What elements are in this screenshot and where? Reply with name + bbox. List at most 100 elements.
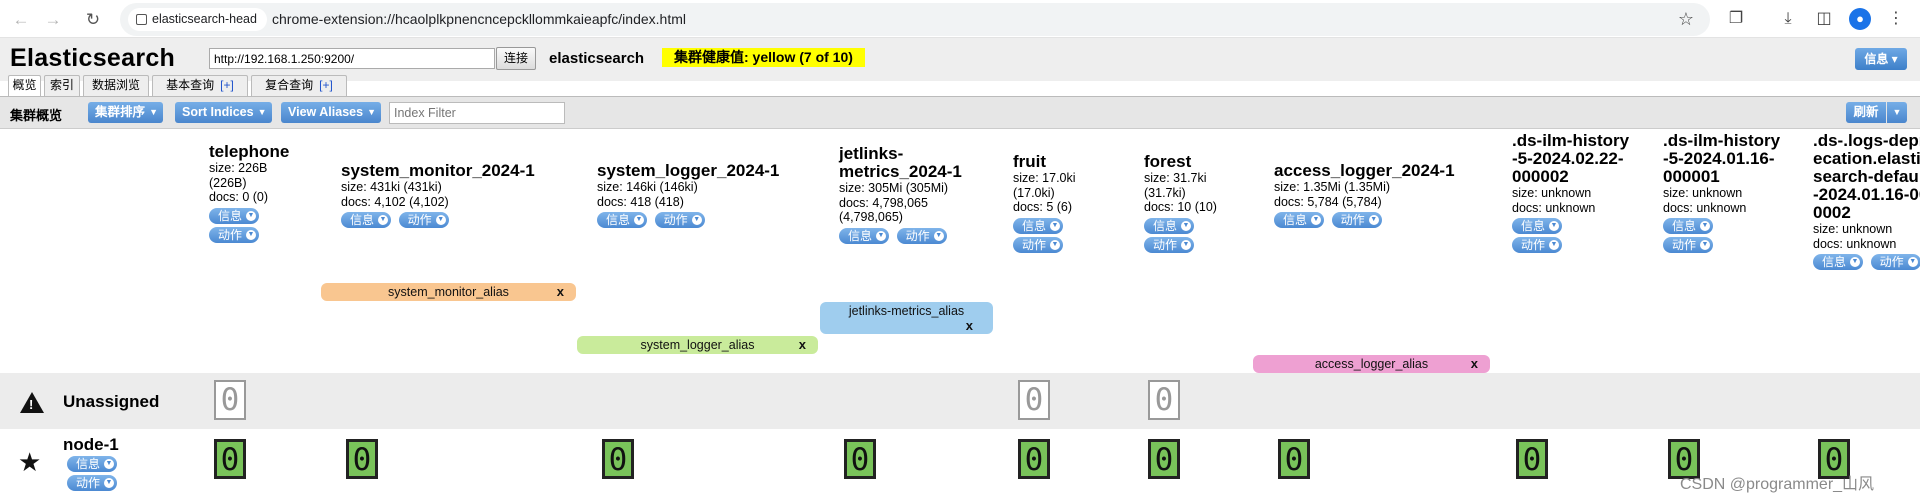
- site-chip-label: elasticsearch-head: [152, 12, 257, 26]
- started-shard[interactable]: 0: [1018, 439, 1050, 479]
- index-action-button[interactable]: 动作 ▼: [896, 227, 947, 244]
- url-text[interactable]: chrome-extension://hcaolplkpnencncepckll…: [272, 3, 686, 36]
- alias-tag[interactable]: system_logger_alias x: [577, 336, 818, 354]
- index-info-button[interactable]: 信息 ▼: [209, 207, 260, 224]
- refresh-options-chevron-icon[interactable]: ▼: [1887, 102, 1907, 123]
- index-name: fruit: [1013, 152, 1047, 171]
- unassigned-shard[interactable]: 0: [1018, 380, 1050, 420]
- button-label: 信息: [76, 457, 101, 471]
- index-action-button[interactable]: 动作 ▼: [1144, 236, 1195, 253]
- address-bar[interactable]: elasticsearch-head chrome-extension://hc…: [120, 3, 1710, 36]
- chevron-down-icon: ▼: [1700, 240, 1711, 250]
- connect-button[interactable]: 连接: [496, 47, 536, 70]
- index-docs: docs: 5,784 (5,784): [1274, 194, 1382, 209]
- index-action-button[interactable]: 动作 ▼: [654, 212, 705, 228]
- started-shard[interactable]: 0: [1278, 439, 1310, 479]
- index-filter-input[interactable]: [389, 102, 565, 124]
- chevron-down-icon: ▼: [1311, 215, 1322, 225]
- chevron-down-icon: ▼: [435, 215, 446, 225]
- index-info-button[interactable]: 信息 ▼: [839, 227, 890, 244]
- button-label: 动作: [1153, 237, 1178, 252]
- index-action-button[interactable]: 动作 ▼: [209, 226, 260, 243]
- started-shard[interactable]: 0: [346, 439, 378, 479]
- index-action-button[interactable]: 动作 ▼: [1331, 212, 1382, 228]
- site-info-chip[interactable]: elasticsearch-head: [128, 8, 267, 31]
- index-info-button[interactable]: 信息 ▼: [1144, 217, 1195, 234]
- forward-arrow-icon[interactable]: →: [40, 7, 66, 33]
- alias-tag[interactable]: system_monitor_alias x: [321, 283, 576, 301]
- bookmark-star-icon[interactable]: ☆: [1678, 3, 1694, 36]
- chevron-down-icon: ▼: [933, 230, 944, 241]
- tab-indices[interactable]: 索引: [44, 75, 80, 96]
- node-info-button[interactable]: 信息 ▼: [67, 456, 118, 472]
- back-arrow-icon[interactable]: ←: [8, 7, 34, 33]
- index-name: .ds-ilm-history-5-2024.02.22-000002: [1512, 131, 1630, 186]
- index-info-button[interactable]: 信息 ▼: [1274, 212, 1325, 228]
- index-info-button[interactable]: 信息 ▼: [1813, 254, 1864, 270]
- index-column: system_logger_2024-1 size: 146ki (146ki)…: [597, 162, 812, 230]
- started-shard[interactable]: 0: [844, 439, 876, 479]
- sort-indices-button[interactable]: Sort Indices ▼: [175, 102, 272, 123]
- index-info-button[interactable]: 信息 ▼: [1663, 218, 1714, 234]
- index-docs: docs: 0 (0): [209, 190, 269, 204]
- refresh-button[interactable]: 刷新: [1846, 102, 1886, 123]
- index-action-button[interactable]: 动作 ▼: [1663, 237, 1714, 253]
- node-buttons: 信息 ▼ 动作 ▼: [67, 455, 121, 493]
- chevron-down-icon: ▼: [634, 215, 645, 225]
- tab-add-icon[interactable]: [+]: [319, 78, 333, 92]
- remove-alias-icon[interactable]: x: [799, 336, 806, 354]
- index-action-button[interactable]: 动作 ▼: [1512, 237, 1563, 253]
- started-shard[interactable]: 0: [1148, 439, 1180, 479]
- remove-alias-icon[interactable]: x: [557, 283, 564, 301]
- download-icon[interactable]: ⤓: [1777, 8, 1799, 30]
- index-info-button[interactable]: 信息 ▼: [1013, 217, 1064, 234]
- profile-avatar-icon[interactable]: ●: [1849, 8, 1871, 30]
- view-aliases-button[interactable]: View Aliases ▼: [281, 102, 382, 123]
- alias-name: jetlinks-metrics_alias: [848, 304, 965, 318]
- button-label: 信息: [1022, 218, 1047, 233]
- button-label: 集群排序: [95, 105, 146, 119]
- reload-icon[interactable]: ↻: [80, 7, 106, 33]
- tab-browser[interactable]: 数据浏览: [83, 75, 149, 96]
- unassigned-shard[interactable]: 0: [1148, 380, 1180, 420]
- remove-alias-icon[interactable]: x: [1471, 355, 1478, 373]
- button-label: 信息: [1672, 219, 1697, 233]
- unassigned-shard[interactable]: 0: [214, 380, 246, 420]
- sort-cluster-button[interactable]: 集群排序 ▼: [88, 102, 164, 123]
- remove-alias-icon[interactable]: x: [966, 318, 973, 334]
- button-label: 动作: [905, 228, 930, 243]
- index-column: telephone size: 226B (226B) docs: 0 (0) …: [209, 143, 319, 245]
- index-action-button[interactable]: 动作 ▼: [1013, 236, 1064, 253]
- tab-label: 复合查询: [265, 78, 314, 92]
- chevron-down-icon: ▼: [104, 459, 115, 469]
- tab-basic-query[interactable]: 基本查询 [+]: [152, 75, 248, 96]
- index-size-total: (31.7ki): [1144, 185, 1186, 200]
- index-name: .ds-.logs-deprecation.elasticsearch-defa…: [1813, 132, 1920, 222]
- index-name: telephone: [209, 142, 290, 161]
- alias-tag[interactable]: access_logger_alias x: [1253, 355, 1490, 373]
- index-action-button[interactable]: 动作 ▼: [398, 212, 449, 228]
- node-action-button[interactable]: 动作 ▼: [67, 475, 118, 491]
- tab-bar: 概览 索引 数据浏览 基本查询 [+] 复合查询 [+]: [0, 72, 1920, 97]
- chevron-down-icon: ▼: [1368, 215, 1379, 225]
- index-info-button[interactable]: 信息 ▼: [1512, 218, 1563, 234]
- index-info-button[interactable]: 信息 ▼: [341, 212, 392, 228]
- alias-tag[interactable]: jetlinks-metrics_alias x: [820, 302, 993, 334]
- index-name: .ds-ilm-history-5-2024.01.16-000001: [1663, 131, 1781, 186]
- index-action-button[interactable]: 动作 ▼: [1870, 254, 1920, 270]
- tab-add-icon[interactable]: [+]: [220, 78, 234, 92]
- started-shard[interactable]: 0: [1516, 439, 1548, 479]
- index-docs: docs: 4,102 (4,102): [341, 194, 449, 209]
- extensions-icon[interactable]: ❐: [1725, 8, 1747, 30]
- tab-overview[interactable]: 概览: [8, 75, 41, 97]
- index-info-button[interactable]: 信息 ▼: [597, 212, 648, 228]
- tab-compound-query[interactable]: 复合查询 [+]: [251, 75, 347, 96]
- started-shard[interactable]: 0: [214, 439, 246, 479]
- info-menu-button[interactable]: 信息 ▾: [1855, 48, 1907, 70]
- side-panel-icon[interactable]: ◫: [1813, 8, 1835, 30]
- started-shard[interactable]: 0: [602, 439, 634, 479]
- tab-label: 概览: [12, 78, 37, 92]
- cluster-uri-input[interactable]: [209, 48, 495, 69]
- index-docs: docs: unknown: [1813, 236, 1897, 251]
- menu-kebab-icon[interactable]: ⋮: [1885, 8, 1907, 30]
